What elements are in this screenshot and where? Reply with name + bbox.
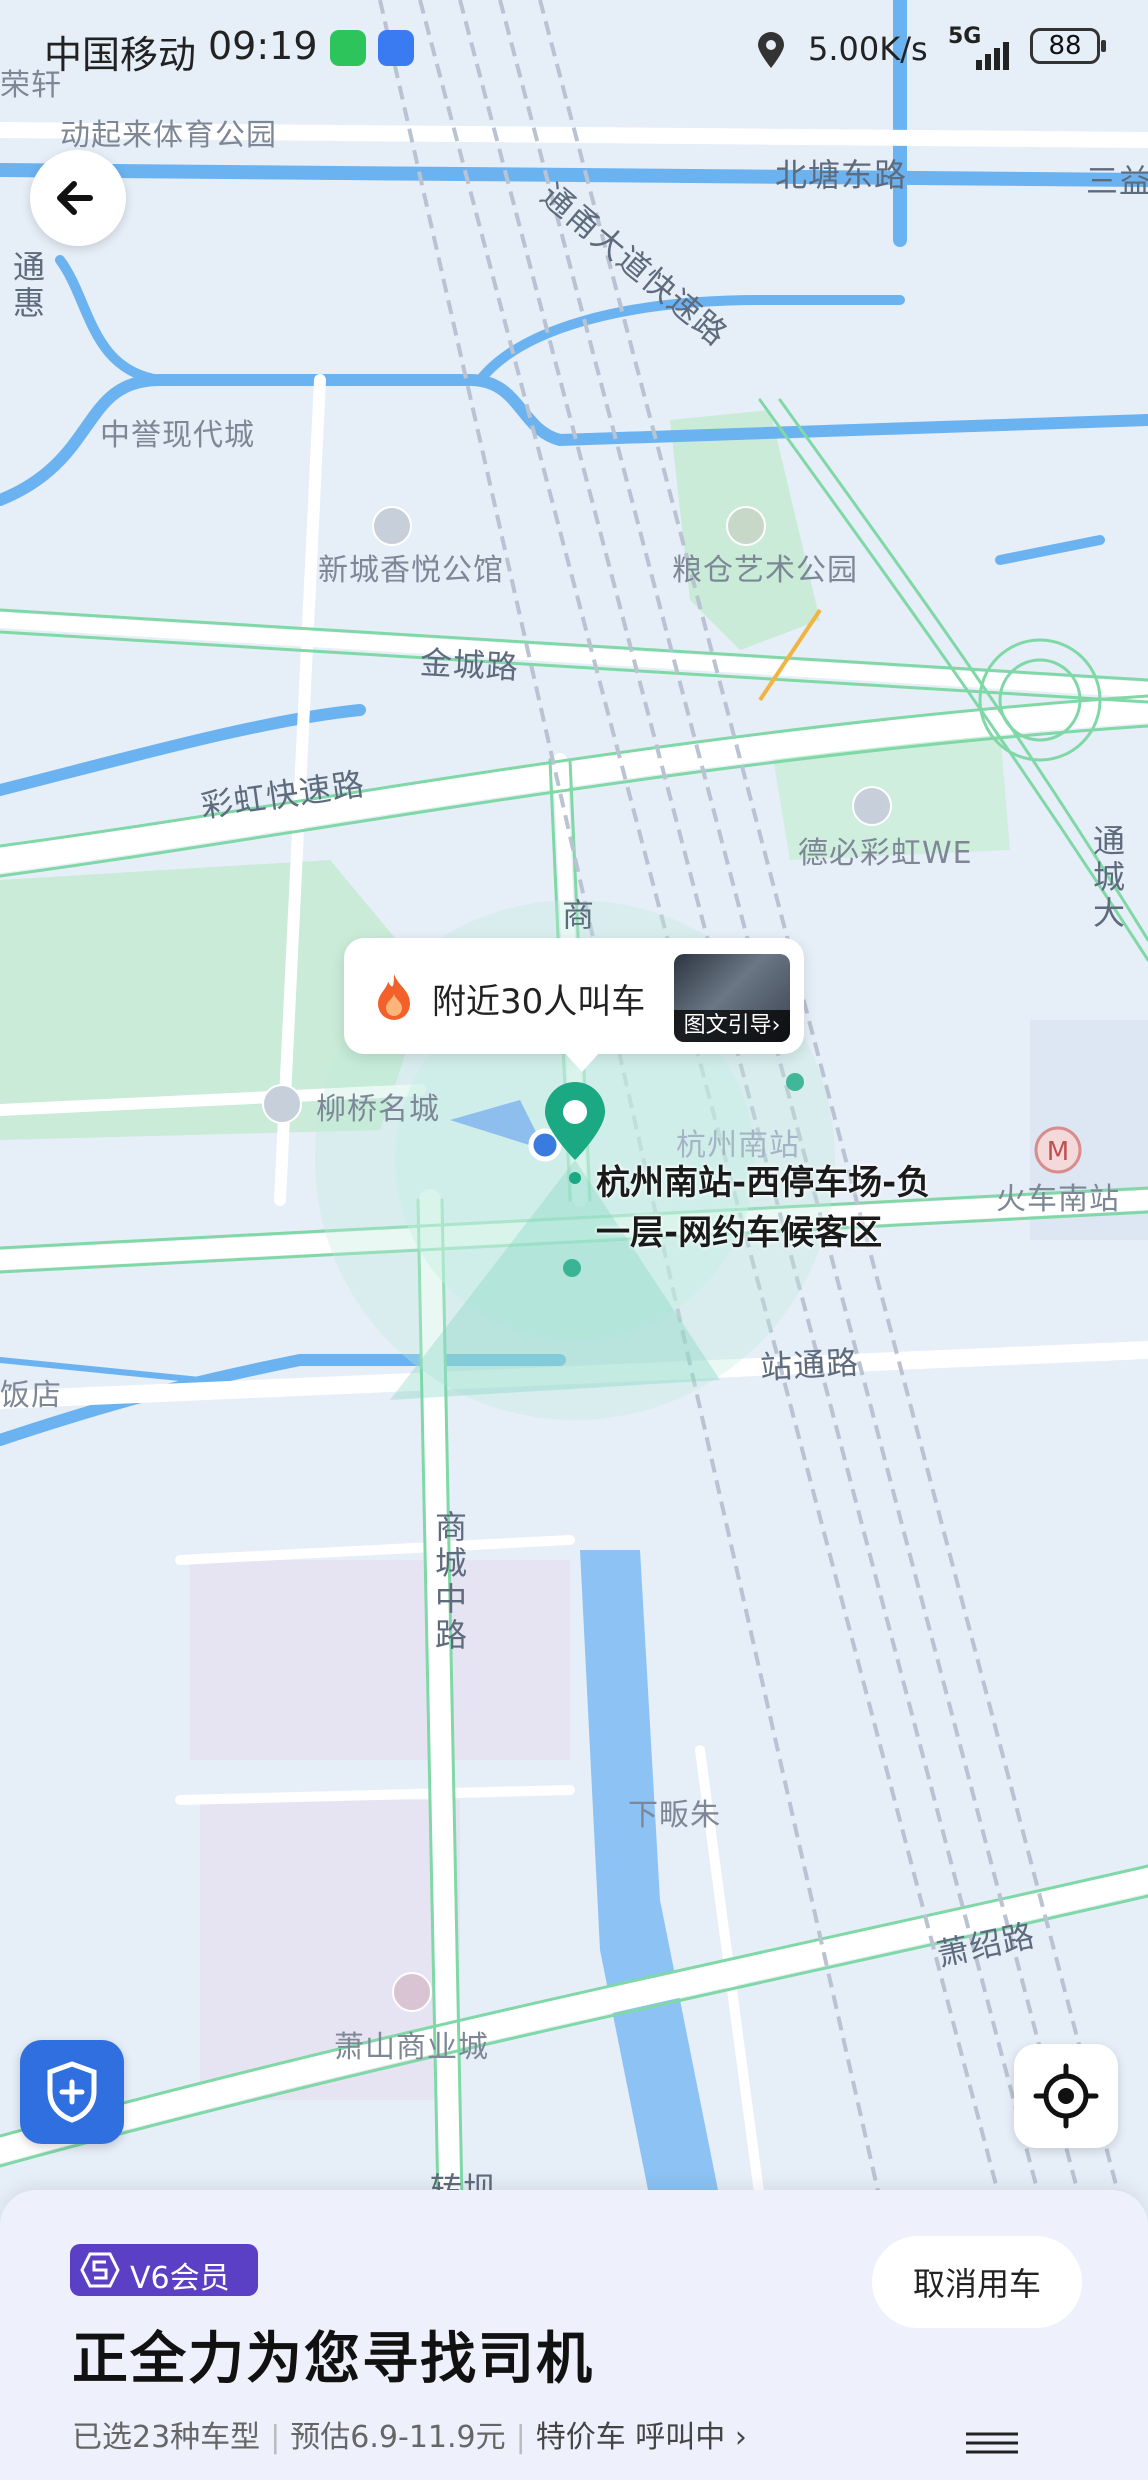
location-icon	[758, 32, 784, 68]
poi-label: 萧山商业城	[334, 2030, 489, 2065]
road-label: 通惠	[8, 250, 46, 322]
svg-text:M: M	[1047, 1137, 1069, 1167]
network-speed: 5.00K/s	[808, 30, 928, 68]
back-button[interactable]	[30, 150, 126, 246]
chevron-right-icon: ›	[771, 1013, 781, 1038]
nearby-count-text: 附近30人叫车	[432, 982, 646, 1022]
block	[190, 1560, 570, 1760]
cancel-ride-button[interactable]: 取消用车	[872, 2236, 1082, 2328]
car-types-selected: 已选23种车型	[72, 2420, 261, 2455]
pickup-marker-dot	[563, 1259, 581, 1277]
road-label: 商	[562, 896, 596, 934]
road-label: 通城大	[1088, 824, 1126, 932]
poi-label: 动起来体育公园	[60, 118, 277, 153]
car-type: 特价车	[535, 2420, 626, 2455]
battery-level: 88	[1048, 31, 1082, 61]
vip-logo-icon	[80, 2252, 120, 2288]
road-label: 三益	[1086, 162, 1148, 200]
poi-label: 新城香悦公馆	[318, 553, 504, 588]
road-label: 商城中路	[430, 1510, 468, 1654]
pickup-marker-dot	[786, 1073, 804, 1091]
road-label: 北塘东路	[775, 156, 908, 194]
metro-icon: M	[1034, 1126, 1082, 1174]
poi-label: 德必彩虹WE	[798, 836, 973, 871]
battery-icon: 88	[1030, 28, 1106, 64]
pickup-point-label[interactable]: 杭州南站-西停车场-负一层-网约车候客区	[596, 1158, 956, 1258]
poi-label: 粮仓艺术公园	[672, 553, 858, 588]
wechat-icon	[330, 30, 366, 66]
guide-thumbnail[interactable]: 图文引导›	[674, 954, 790, 1042]
signal-icon	[976, 42, 1009, 70]
poi-label: 中誉现代城	[100, 418, 255, 453]
road-label: 站通路	[759, 1343, 861, 1387]
poi-label: 火车南站	[996, 1182, 1120, 1217]
locate-button[interactable]	[1014, 2044, 1118, 2148]
searching-title: 正全力为您寻找司机	[72, 2327, 594, 2392]
fire-icon	[378, 974, 410, 1020]
poi-label: 柳桥名城	[316, 1092, 440, 1127]
carrier-name: 中国移动	[44, 33, 197, 77]
shop-icon	[392, 1972, 432, 2012]
status-bar: 中国移动 09:19 5.00K/s 5G 88	[0, 0, 1148, 96]
map-canvas[interactable]: M	[0, 0, 1148, 2200]
ride-summary[interactable]: 已选23种车型 | 预估6.9-11.9元 | 特价车 呼叫中 ›	[72, 2412, 747, 2456]
tree-icon	[726, 506, 766, 546]
call-status: 呼叫中	[635, 2420, 726, 2455]
price-estimate: 预估6.9-11.9元	[290, 2420, 506, 2455]
poi-icon	[372, 506, 412, 546]
chevron-right-icon: ›	[734, 2420, 747, 2455]
shield-plus-icon	[47, 2061, 97, 2123]
road-label: 金城路	[418, 643, 520, 687]
nearby-callout: 附近30人叫车 图文引导›	[344, 938, 804, 1072]
safety-button[interactable]	[20, 2040, 124, 2144]
vip-label: V6会员	[130, 2261, 230, 2296]
arrow-left-icon	[57, 181, 93, 215]
vip-badge[interactable]: V6会员	[70, 2244, 258, 2296]
voice-app-icon	[378, 30, 414, 66]
clock: 09:19	[208, 24, 318, 68]
poi-label: 下畈朱	[628, 1798, 721, 1833]
poi-icon	[262, 1084, 302, 1124]
poi-label: 饭店	[0, 1378, 62, 1413]
locate-target-icon	[1033, 2063, 1099, 2129]
poi-icon	[852, 786, 892, 826]
menu-lines-icon[interactable]	[962, 2428, 1022, 2458]
guide-label[interactable]: 图文引导›	[674, 1010, 790, 1042]
